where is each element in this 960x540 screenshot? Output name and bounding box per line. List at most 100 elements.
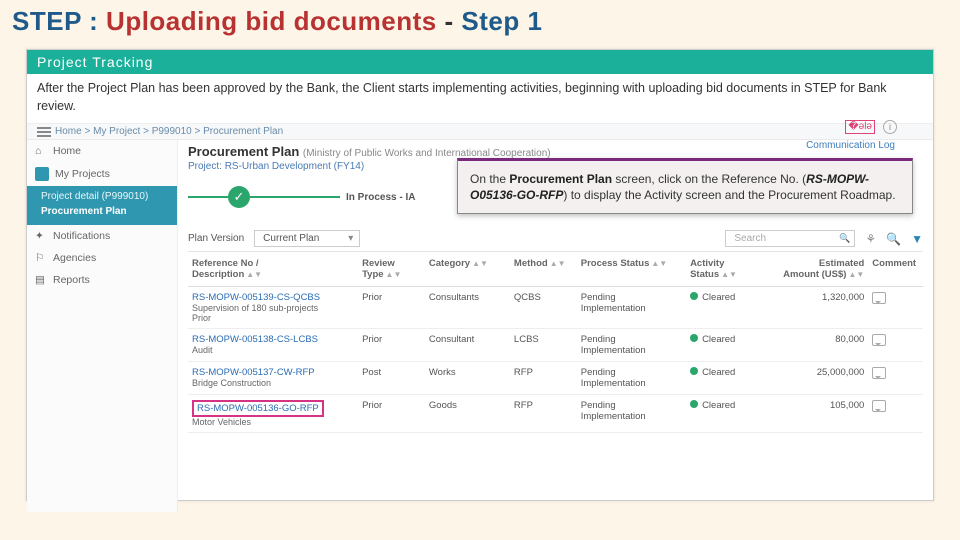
callout-t2: Procurement Plan — [509, 172, 612, 186]
projects-icon — [35, 167, 49, 181]
row-description: Audit — [192, 345, 354, 355]
sidebar-label-home: Home — [53, 145, 81, 157]
status-dot-icon — [690, 400, 698, 408]
status-dot-icon — [690, 292, 698, 300]
cell-activity-status: Cleared — [686, 329, 771, 362]
agencies-icon: ⚐ — [35, 252, 47, 264]
pp-title-text: Procurement Plan — [188, 144, 299, 159]
cell-comment[interactable] — [868, 395, 923, 433]
zoom-icon[interactable]: 🔍 — [886, 232, 901, 246]
sidebar-subsection: Project detail (P999010) Procurement Pla… — [27, 186, 177, 225]
slide-title: STEP : Uploading bid documents - Step 1 — [0, 0, 960, 43]
col-method[interactable]: Method▲▼ — [510, 252, 577, 287]
instruction-callout: On the Procurement Plan screen, click on… — [457, 158, 913, 214]
cell-process-status: Pending Implementation — [577, 395, 686, 433]
cell-comment[interactable] — [868, 287, 923, 329]
screenshot-panel: Project Tracking After the Project Plan … — [26, 49, 934, 501]
plan-version-select[interactable]: Current Plan — [254, 230, 360, 247]
plan-table: Reference No /Description▲▼ ReviewType▲▼… — [188, 252, 923, 433]
sidebar-label-myprojects: My Projects — [55, 168, 110, 180]
breadcrumb-text[interactable]: Home > My Project > P999010 > Procuremen… — [55, 126, 283, 137]
intro-text: After the Project Plan has been approved… — [27, 74, 933, 124]
cell-activity-status: Cleared — [686, 362, 771, 395]
breadcrumb: Home > My Project > P999010 > Procuremen… — [27, 124, 933, 140]
cell-category: Consultants — [425, 287, 510, 329]
row-description: Bridge Construction — [192, 378, 354, 388]
plan-version-label: Plan Version — [188, 233, 244, 244]
sidebar-item-procurement-plan[interactable]: Procurement Plan — [27, 204, 177, 219]
cell-process-status: Pending Implementation — [577, 362, 686, 395]
reports-icon: ▤ — [35, 274, 47, 286]
cell-review-type: Prior — [358, 329, 425, 362]
table-row: RS-MOPW-005136-GO-RFP Motor Vehicles Prior… — [188, 395, 923, 433]
cell-activity-status: Cleared — [686, 287, 771, 329]
col-process-status[interactable]: Process Status▲▼ — [577, 252, 686, 287]
cell-review-type: Prior — [358, 287, 425, 329]
reference-link[interactable]: RS-MOPW-005136-GO-RFP — [197, 403, 319, 414]
col-activity-status[interactable]: ActivityStatus▲▼ — [686, 252, 771, 287]
cell-category: Works — [425, 362, 510, 395]
sidebar-item-notifications[interactable]: ✦ Notifications — [27, 225, 177, 247]
title-dash: - — [437, 6, 462, 36]
row-description: Supervision of 180 sub-projects — [192, 303, 354, 313]
cell-process-status: Pending Implementation — [577, 287, 686, 329]
sidebar: ⌂ Home My Projects Project detail (P9990… — [27, 140, 178, 512]
reference-link[interactable]: RS-MOPW-005138-CS-LCBS — [192, 334, 354, 345]
comment-icon[interactable] — [872, 400, 886, 412]
title-step: STEP : — [12, 6, 106, 36]
sidebar-label-notifications: Notifications — [53, 230, 110, 242]
cell-category: Goods — [425, 395, 510, 433]
cell-method: RFP — [510, 395, 577, 433]
cell-activity-status: Cleared — [686, 395, 771, 433]
comment-icon[interactable] — [872, 334, 886, 346]
info-icon[interactable]: i — [883, 120, 897, 134]
col-comment: Comment — [868, 252, 923, 287]
callout-t1: On the — [470, 172, 509, 186]
cell-method: LCBS — [510, 329, 577, 362]
col-review-type[interactable]: ReviewType▲▼ — [358, 252, 425, 287]
progress-label: In Process - IA — [346, 192, 415, 203]
filter-icon[interactable]: ▼ — [911, 232, 923, 246]
link-icon[interactable]: ⚘ — [865, 232, 876, 246]
sidebar-item-reports[interactable]: ▤ Reports — [27, 269, 177, 291]
table-row: RS-MOPW-005137-CW-RFPBridge Construction… — [188, 362, 923, 395]
col-reference[interactable]: Reference No /Description▲▼ — [188, 252, 358, 287]
cell-review-type: Post — [358, 362, 425, 395]
project-tracking-bar: Project Tracking — [27, 50, 933, 74]
cell-amount: 80,000 — [771, 329, 868, 362]
sidebar-item-project-detail[interactable]: Project detail (P999010) — [27, 189, 177, 204]
reference-link[interactable]: RS-MOPW-005139-CS-QCBS — [192, 292, 354, 303]
cell-review-type: Prior — [358, 395, 425, 433]
table-row: RS-MOPW-005139-CS-QCBSSupervision of 180… — [188, 287, 923, 329]
cell-comment[interactable] — [868, 362, 923, 395]
sidebar-label-agencies: Agencies — [53, 252, 96, 264]
title-mid: Uploading bid documents — [106, 6, 437, 36]
sidebar-label-reports: Reports — [53, 274, 90, 286]
home-icon: ⌂ — [35, 145, 47, 157]
sidebar-item-agencies[interactable]: ⚐ Agencies — [27, 247, 177, 269]
col-amount[interactable]: EstimatedAmount (US$)▲▼ — [771, 252, 868, 287]
cell-category: Consultant — [425, 329, 510, 362]
table-row: RS-MOPW-005138-CS-LCBSAudit PriorConsulta… — [188, 329, 923, 362]
pdf-icon[interactable]: �ələ — [845, 120, 875, 134]
cell-process-status: Pending Implementation — [577, 329, 686, 362]
callout-t3: screen, click on the Reference No. ( — [612, 172, 806, 186]
comment-icon[interactable] — [872, 367, 886, 379]
top-right-icons: �ələ i — [845, 120, 897, 134]
project-label: Project: — [188, 161, 222, 172]
cell-comment[interactable] — [868, 329, 923, 362]
row-description: Motor Vehicles — [192, 417, 354, 427]
cell-method: RFP — [510, 362, 577, 395]
project-value: RS-Urban Development (FY14) — [225, 161, 365, 172]
cell-amount: 1,320,000 — [771, 287, 868, 329]
bell-icon: ✦ — [35, 230, 47, 242]
comment-icon[interactable] — [872, 292, 886, 304]
sidebar-item-myprojects[interactable]: My Projects — [27, 162, 177, 186]
col-category[interactable]: Category▲▼ — [425, 252, 510, 287]
progress-step-done-icon: ✓ — [228, 186, 250, 208]
sidebar-item-home[interactable]: ⌂ Home — [27, 140, 177, 162]
search-input[interactable]: Search — [725, 230, 855, 247]
reference-link[interactable]: RS-MOPW-005137-CW-RFP — [192, 367, 354, 378]
cell-amount: 25,000,000 — [771, 362, 868, 395]
hamburger-icon[interactable] — [37, 127, 51, 137]
